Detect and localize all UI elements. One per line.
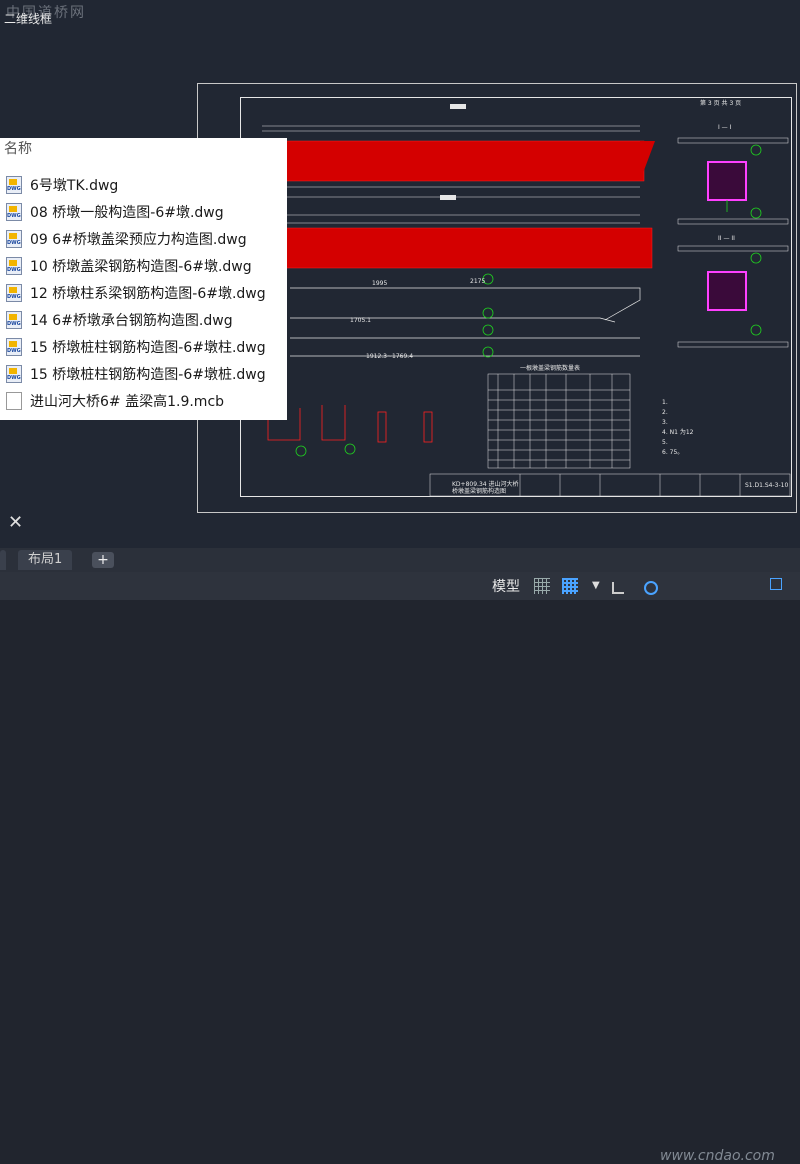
layout-tab-bar: 布局1 + — [0, 548, 800, 572]
sheet-number: 第 3 页 共 3 页 — [700, 99, 741, 107]
tab-model-partial[interactable] — [0, 550, 6, 570]
snap-icon[interactable] — [562, 578, 578, 594]
site-watermark: www.cndao.com — [660, 1148, 775, 1164]
tab-layout1[interactable]: 布局1 — [18, 550, 73, 570]
dwg-icon — [6, 230, 22, 248]
file-item[interactable]: 14 6#桥墩承台钢筋构造图.dwg — [6, 307, 233, 333]
drawing-id: S1.D1.S4-3-10 — [745, 482, 788, 489]
dwg-icon — [6, 338, 22, 356]
ortho-icon[interactable] — [612, 582, 624, 594]
file-name: 10 桥墩盖梁钢筋构造图-6#墩.dwg — [30, 259, 252, 275]
model-space-button[interactable]: 模型 — [492, 576, 520, 596]
file-name: 6号墩TK.dwg — [30, 178, 119, 194]
close-icon[interactable]: ✕ — [8, 512, 23, 533]
hook-details — [267, 405, 433, 443]
status-bar: 模型 ▼ www.cndao.com — [0, 572, 800, 1164]
file-item[interactable]: 15 桥墩桩柱钢筋构造图-6#墩柱.dwg — [6, 334, 266, 360]
dim-2: 1705.1 — [350, 317, 371, 324]
file-list-header[interactable]: 名称 — [4, 138, 32, 158]
file-name: 12 桥墩柱系梁钢筋构造图-6#墩.dwg — [30, 286, 266, 302]
dwg-icon — [6, 257, 22, 275]
file-name: 15 桥墩桩柱钢筋构造图-6#墩桩.dwg — [30, 367, 266, 383]
grid-icon[interactable] — [534, 578, 550, 594]
dwg-icon — [6, 365, 22, 383]
file-name: 15 桥墩桩柱钢筋构造图-6#墩柱.dwg — [30, 340, 266, 356]
add-layout-button[interactable]: + — [92, 552, 114, 568]
note-3: 3. — [662, 419, 668, 426]
dwg-icon — [6, 203, 22, 221]
rebar-details — [290, 287, 641, 357]
chevron-down-icon[interactable]: ▼ — [592, 580, 600, 591]
file-item[interactable]: 12 桥墩柱系梁钢筋构造图-6#墩.dwg — [6, 280, 266, 306]
table-title: 一根墩盖梁钢筋数量表 — [520, 364, 580, 372]
file-list-panel: 名称 6号墩TK.dwg 08 桥墩一般构造图-6#墩.dwg 09 6#桥墩盖… — [0, 138, 287, 420]
file-item[interactable]: 09 6#桥墩盖梁预应力构造图.dwg — [6, 226, 247, 252]
file-item[interactable]: 6号墩TK.dwg — [6, 172, 118, 198]
section-label-I: I — I — [718, 124, 732, 131]
dim-4: 1995 — [372, 280, 387, 287]
beam-plan-middle — [261, 195, 653, 269]
polar-icon[interactable] — [644, 581, 658, 595]
section-label-II: II — II — [718, 235, 735, 242]
note-2: 2. — [662, 409, 668, 416]
dwg-icon — [6, 311, 22, 329]
title-block-subtitle: 桥墩盖梁钢筋构造图 — [452, 487, 506, 495]
object-snap-icon[interactable] — [770, 578, 782, 590]
dwg-icon — [6, 176, 22, 194]
file-item[interactable]: 进山河大桥6# 盖梁高1.9.mcb — [6, 388, 224, 414]
file-item[interactable]: 08 桥墩一般构造图-6#墩.dwg — [6, 199, 224, 225]
file-item[interactable]: 15 桥墩桩柱钢筋构造图-6#墩桩.dwg — [6, 361, 266, 387]
note-4: 4. N1 为12 — [662, 428, 694, 436]
document-icon — [6, 392, 22, 410]
note-6: 6. 75。 — [662, 449, 683, 456]
beam-elevation-top — [261, 104, 655, 198]
file-name: 进山河大桥6# 盖梁高1.9.mcb — [30, 394, 225, 410]
note-1: 1. — [662, 399, 668, 406]
rebar-markers — [295, 144, 762, 457]
rebar-quantity-table — [487, 373, 631, 469]
file-item[interactable]: 10 桥墩盖梁钢筋构造图-6#墩.dwg — [6, 253, 252, 279]
note-5: 5. — [662, 439, 668, 446]
file-name: 14 6#桥墩承台钢筋构造图.dwg — [30, 313, 233, 329]
drawing-canvas[interactable]: 中国道桥网 二维线框 KD+809.34 进山河大桥 桥墩盖梁钢筋构造图 S1.… — [0, 0, 800, 548]
dim-1: 2175 — [470, 278, 485, 285]
section-I — [677, 137, 789, 225]
dim-3: 1912.3~1769.4 — [366, 353, 413, 360]
dwg-icon — [6, 284, 22, 302]
section-II — [677, 245, 789, 348]
file-name: 09 6#桥墩盖梁预应力构造图.dwg — [30, 232, 247, 248]
title-block-text: KD+809.34 进山河大桥 — [452, 480, 518, 488]
file-name: 08 桥墩一般构造图-6#墩.dwg — [30, 205, 224, 221]
